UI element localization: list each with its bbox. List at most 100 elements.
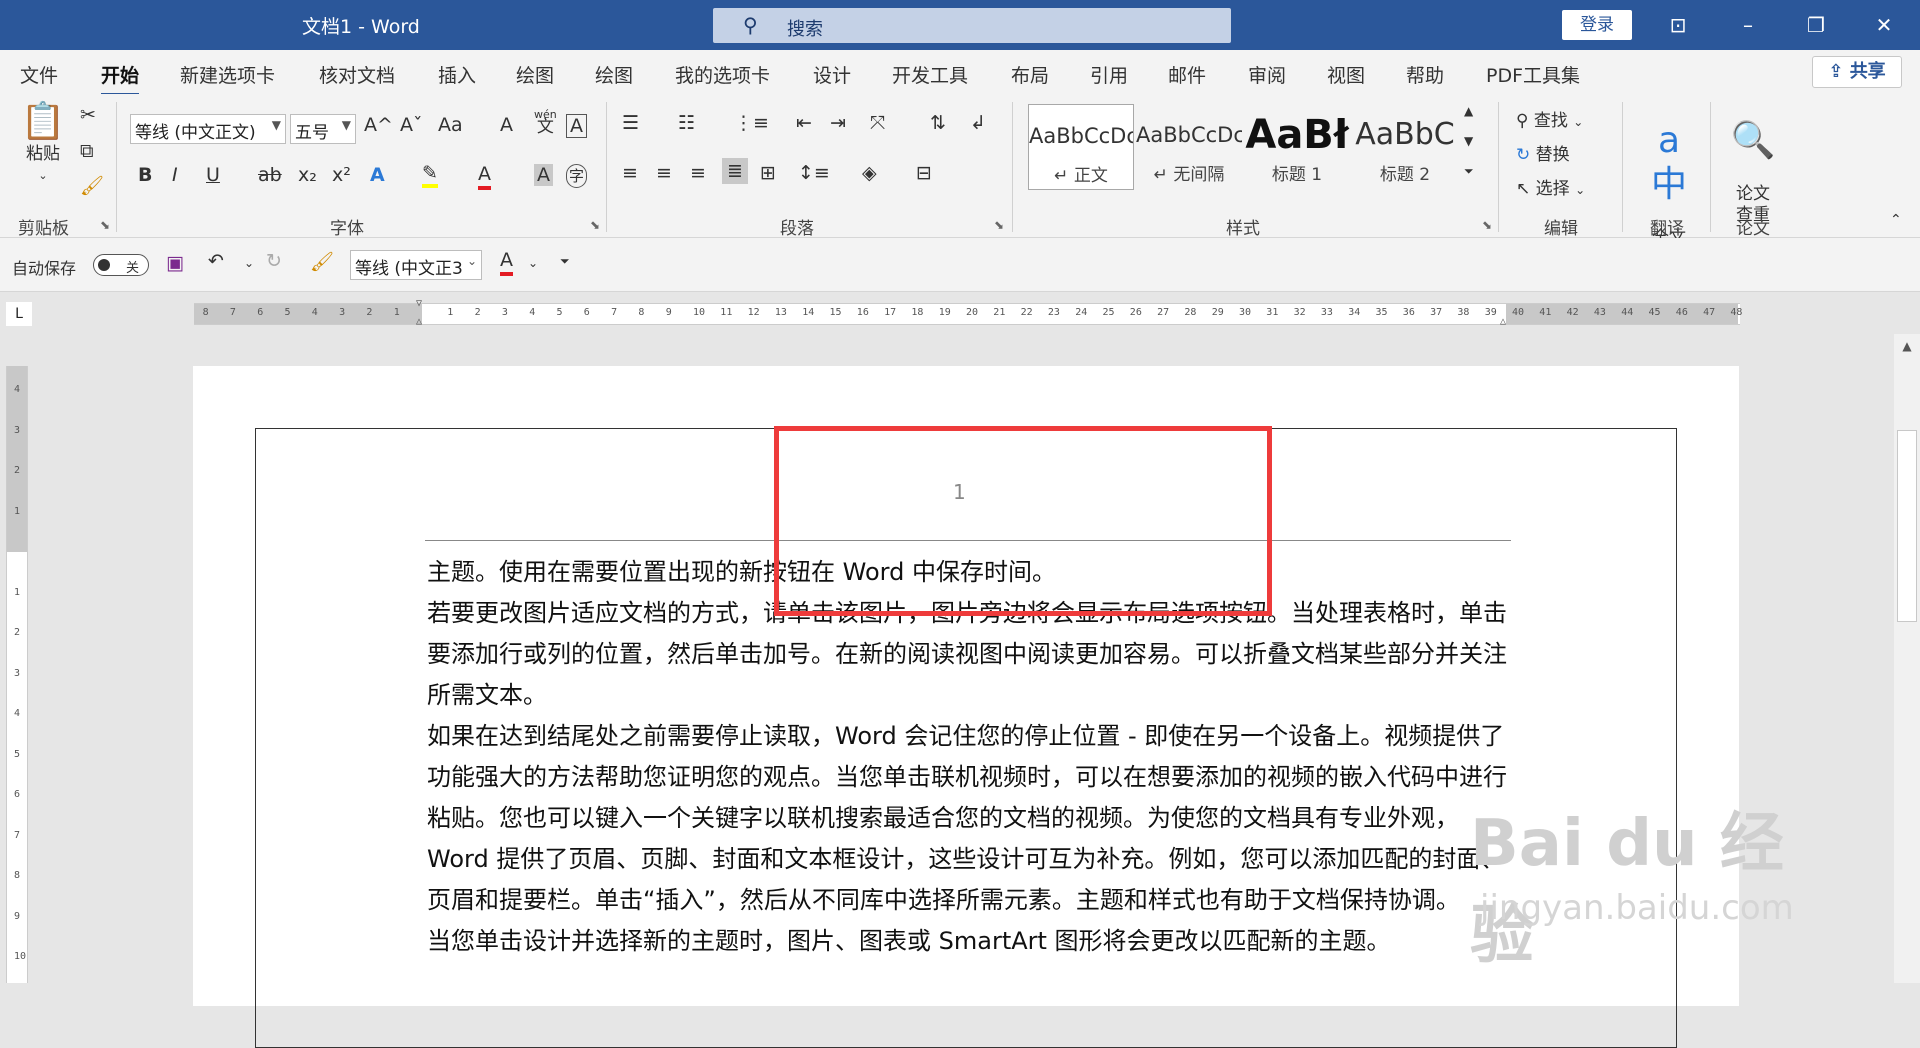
tab-design[interactable]: 设计 <box>813 61 851 88</box>
character-border-button[interactable]: A <box>566 114 587 138</box>
font-name-select[interactable]: 等线 (中文正文) ▼ <box>130 114 286 144</box>
sort-icon[interactable]: ⇅ <box>930 112 946 134</box>
format-painter-icon[interactable]: 🖌 <box>310 250 334 273</box>
paste-button[interactable]: 📋 粘贴 ⌄ <box>16 100 70 186</box>
highlight-color-button[interactable]: ✎ <box>422 162 438 188</box>
style-heading-2[interactable]: AaBbC 标题 2 <box>1352 104 1458 190</box>
shading-icon[interactable]: ◈ <box>862 162 877 184</box>
align-center-icon[interactable]: ≡ <box>656 162 672 184</box>
cut-icon[interactable]: ✂ <box>80 104 96 126</box>
undo-icon[interactable]: ↶ <box>208 250 224 272</box>
styles-scroll-up-icon[interactable]: ▲ <box>1464 104 1473 118</box>
search-input[interactable]: ⚲ 搜索 <box>713 8 1231 43</box>
tab-home[interactable]: 开始 <box>101 61 140 96</box>
vertical-ruler[interactable]: 4 3 2 1 1 2 3 4 5 6 7 8 9 10 <box>6 366 28 983</box>
hanging-indent-marker[interactable]: △ <box>416 316 422 327</box>
dialog-launcher-icon[interactable]: ⬊ <box>994 218 1004 232</box>
asian-layout-icon[interactable]: ⤧ <box>870 112 885 134</box>
increase-indent-icon[interactable]: ⇥ <box>830 112 846 134</box>
paragraph[interactable]: 如果在达到结尾处之前需要停止读取，Word 会记住您的停止位置 - 即使在另一个… <box>427 716 1513 921</box>
tab-developer[interactable]: 开发工具 <box>892 61 968 88</box>
paper-check-button[interactable]: 🔍 论文 查重 <box>1726 98 1780 226</box>
tab-draw-2[interactable]: 绘图 <box>595 61 633 88</box>
login-button[interactable]: 登录 <box>1562 10 1632 40</box>
align-left-icon[interactable]: ≡ <box>622 162 638 184</box>
tab-review-doc[interactable]: 核对文档 <box>319 61 395 88</box>
qat-font-color-button[interactable]: A <box>500 248 513 276</box>
save-icon[interactable]: ▣ <box>166 252 184 274</box>
justify-icon[interactable]: ≣ <box>722 158 748 184</box>
grow-font-button[interactable]: A^ <box>364 114 393 136</box>
subscript-button[interactable]: x₂ <box>298 164 317 186</box>
restore-icon[interactable]: ❐ <box>1796 10 1836 40</box>
font-size-select[interactable]: 五号 ▼ <box>290 114 356 144</box>
redo-icon[interactable]: ↻ <box>266 250 282 272</box>
show-marks-icon[interactable]: ↲ <box>970 112 986 134</box>
share-button[interactable]: ⇪ 共享 <box>1812 56 1902 88</box>
chevron-down-icon[interactable]: ⌄ <box>528 256 538 270</box>
tab-layout[interactable]: 布局 <box>1011 61 1049 88</box>
paragraph[interactable]: 当您单击设计并选择新的主题时，图片、图表或 SmartArt 图形将会更改以匹配… <box>427 921 1513 962</box>
scroll-up-icon[interactable]: ▲ <box>1894 334 1920 358</box>
dialog-launcher-icon[interactable]: ⬊ <box>100 218 110 232</box>
tab-help[interactable]: 帮助 <box>1406 61 1444 88</box>
line-spacing-icon[interactable]: ↕≡ <box>798 162 830 184</box>
distributed-icon[interactable]: ⊞ <box>760 162 776 184</box>
autosave-toggle[interactable]: 关 <box>93 254 149 276</box>
dialog-launcher-icon[interactable]: ⬊ <box>1482 218 1492 232</box>
tab-references[interactable]: 引用 <box>1090 61 1128 88</box>
close-icon[interactable]: ✕ <box>1864 10 1904 40</box>
horizontal-ruler[interactable]: 8 7 6 5 4 3 2 1 1 2 3 4 5 6 7 8 9 10 11 12 13 14 15 16 17 18 19 20 2… <box>194 298 1742 327</box>
tab-file[interactable]: 文件 <box>20 61 58 88</box>
superscript-button[interactable]: x² <box>332 164 351 186</box>
italic-button[interactable]: I <box>172 164 178 186</box>
format-painter-icon[interactable]: 🖌 <box>80 174 104 197</box>
vertical-scrollbar[interactable]: ▲ <box>1894 334 1920 983</box>
tab-review[interactable]: 审阅 <box>1248 61 1286 88</box>
style-heading-1[interactable]: AaBł 标题 1 <box>1244 104 1350 190</box>
align-right-icon[interactable]: ≡ <box>690 162 706 184</box>
tab-pdf-tools[interactable]: PDF工具集 <box>1486 61 1580 88</box>
tab-selector[interactable]: L <box>6 302 32 326</box>
chevron-down-icon[interactable]: ⌄ <box>244 256 254 270</box>
minimize-icon[interactable]: – <box>1728 10 1768 40</box>
style-normal[interactable]: AaBbCcDc ↵ 正文 <box>1028 104 1134 190</box>
shrink-font-button[interactable]: Aˇ <box>400 114 423 136</box>
decrease-indent-icon[interactable]: ⇤ <box>796 112 812 134</box>
styles-more-icon[interactable]: ⏷ <box>1464 164 1474 179</box>
tab-draw-1[interactable]: 绘图 <box>516 61 554 88</box>
tab-new-tab[interactable]: 新建选项卡 <box>180 61 275 88</box>
copy-icon[interactable]: ⧉ <box>80 140 94 162</box>
find-button[interactable]: ⚲ 查找 ⌄ <box>1516 106 1583 131</box>
multilevel-list-icon[interactable]: ⋮≡ <box>734 112 769 134</box>
style-no-spacing[interactable]: AaBbCcDc ↵ 无间隔 <box>1136 104 1242 190</box>
styles-scroll-down-icon[interactable]: ▼ <box>1464 134 1473 148</box>
clear-format-button[interactable]: A <box>500 114 513 136</box>
dialog-launcher-icon[interactable]: ⬊ <box>590 218 600 232</box>
tab-mailings[interactable]: 邮件 <box>1168 61 1206 88</box>
scrollbar-thumb[interactable] <box>1897 430 1917 622</box>
tab-insert[interactable]: 插入 <box>438 61 476 88</box>
text-effects-button[interactable]: A <box>370 164 385 186</box>
character-shading-button[interactable]: A <box>534 164 553 186</box>
first-line-indent-marker[interactable]: ▽ <box>416 298 422 309</box>
qat-font-select[interactable]: 等线 (中文正3 ⌄ <box>350 250 482 280</box>
font-color-button[interactable]: A <box>478 162 491 190</box>
strikethrough-button[interactable]: ab <box>258 164 282 186</box>
change-case-button[interactable]: Aa <box>438 114 463 136</box>
bold-button[interactable]: B <box>138 164 152 186</box>
enclose-character-button[interactable]: 字 <box>566 164 588 188</box>
phonetic-guide-button[interactable]: wén 文 <box>534 108 557 136</box>
numbering-icon[interactable]: ☷ <box>678 112 695 134</box>
replace-button[interactable]: ↻ 替换 <box>1516 140 1570 165</box>
tab-view[interactable]: 视图 <box>1327 61 1365 88</box>
underline-button[interactable]: U <box>206 164 220 186</box>
collapse-ribbon-icon[interactable]: ⌃ <box>1890 212 1902 228</box>
tab-my-tab[interactable]: 我的选项卡 <box>675 61 770 88</box>
select-button[interactable]: ↖ 选择 ⌄ <box>1516 174 1585 199</box>
ribbon-display-options-icon[interactable]: ⊡ <box>1658 10 1698 40</box>
borders-icon[interactable]: ⊟ <box>916 162 932 184</box>
bullets-icon[interactable]: ☰ <box>622 112 639 134</box>
right-indent-marker[interactable]: △ <box>1500 316 1506 327</box>
customize-qat-icon[interactable]: ⏷ <box>560 254 570 269</box>
